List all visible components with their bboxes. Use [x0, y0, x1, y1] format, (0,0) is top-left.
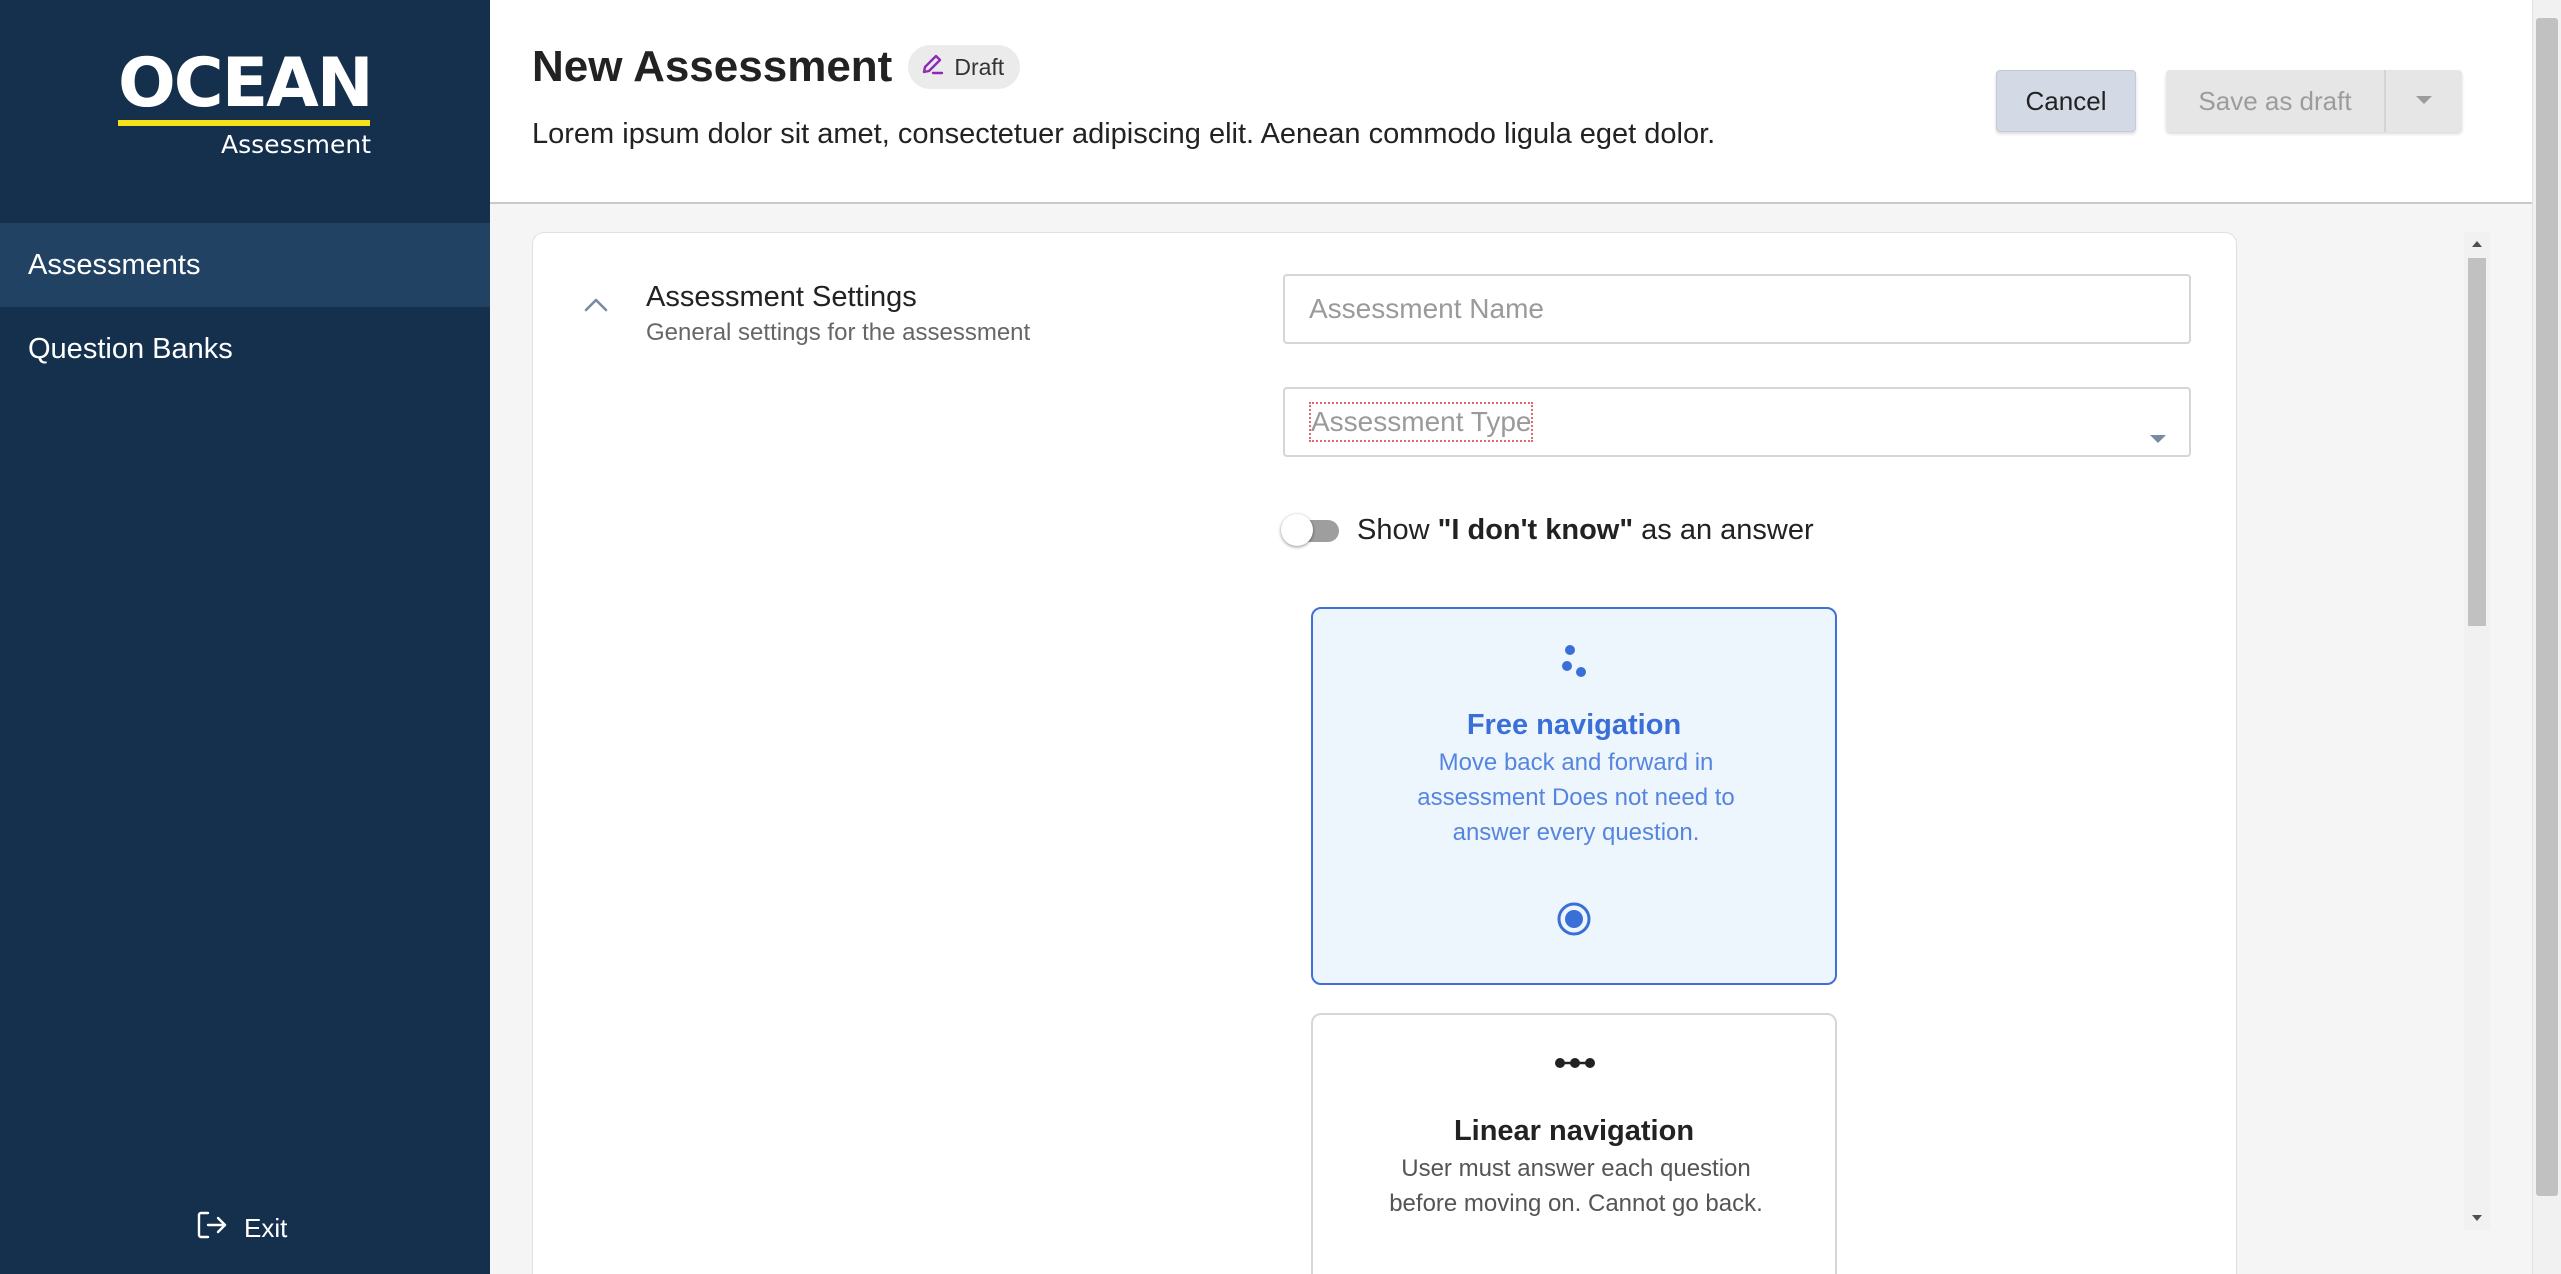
chevron-up-icon	[583, 298, 609, 317]
pencil-icon	[920, 51, 946, 83]
cancel-button[interactable]: Cancel	[1996, 70, 2136, 132]
page-header: New Assessment Draft Lorem ipsum dolor s…	[490, 0, 2532, 204]
ocean-logo: OCEAN Assessment	[118, 44, 374, 159]
status-badge: Draft	[908, 45, 1021, 89]
radio-selected-icon[interactable]	[1556, 901, 1592, 937]
section-subtitle: General settings for the assessment	[646, 319, 1031, 346]
save-options-dropdown[interactable]	[2386, 70, 2462, 132]
option-description: User must answer each question before mo…	[1389, 1155, 1763, 1217]
sidebar-item-assessments[interactable]: Assessments	[0, 223, 490, 307]
linear-navigation-option[interactable]: Linear navigation User must answer each …	[1311, 1013, 1837, 1274]
idk-toggle-row: Show "I don't know" as an answer	[1281, 512, 1814, 548]
assessment-settings-card: Assessment Settings General settings for…	[532, 232, 2237, 1274]
assessment-type-placeholder: Assessment Type	[1309, 402, 1534, 442]
chevron-down-icon	[2149, 419, 2167, 451]
status-badge-label: Draft	[954, 53, 1005, 80]
free-navigation-option[interactable]: Free navigation Move back and forward in…	[1311, 607, 1837, 985]
sidebar: OCEAN Assessment Assessments Question Ba…	[0, 0, 490, 1274]
option-description: Move back and forward in assessment Does…	[1417, 749, 1735, 846]
assessment-name-input[interactable]: Assessment Name	[1283, 274, 2191, 344]
section-title: Assessment Settings	[646, 281, 917, 313]
content-scrollbar-thumb[interactable]	[2468, 258, 2486, 626]
exit-label: Exit	[244, 1213, 288, 1243]
exit-button[interactable]: Exit	[196, 1210, 287, 1247]
linked-dots-icon	[1550, 1043, 1600, 1083]
idk-toggle[interactable]	[1281, 512, 1341, 548]
caret-down-icon	[2415, 92, 2433, 110]
sidebar-item-label: Assessments	[28, 248, 201, 281]
assessment-name-placeholder: Assessment Name	[1309, 293, 1544, 324]
sidebar-nav: Assessments Question Banks	[0, 223, 490, 391]
option-title: Free navigation	[1466, 709, 1682, 741]
collapse-section-button[interactable]	[583, 297, 609, 318]
page-description: Lorem ipsum dolor sit amet, consectetuer…	[532, 118, 1716, 150]
page-title: New Assessment	[532, 42, 893, 91]
option-title: Linear navigation	[1453, 1115, 1695, 1147]
idk-toggle-label: Show "I don't know" as an answer	[1357, 513, 1814, 546]
logo-word: OCEAN	[118, 44, 374, 123]
logo-subtitle: Assessment	[221, 130, 371, 159]
sidebar-item-label: Question Banks	[28, 332, 233, 365]
logout-icon	[196, 1210, 228, 1247]
save-as-draft-button[interactable]: Save as draft	[2166, 70, 2386, 132]
assessment-type-select[interactable]: Assessment Type	[1283, 387, 2191, 457]
scatter-dots-icon	[1550, 641, 1600, 681]
page-scrollbar-thumb[interactable]	[2536, 18, 2558, 1196]
sidebar-item-question-banks[interactable]: Question Banks	[0, 307, 490, 391]
save-split-button: Save as draft	[2166, 70, 2462, 132]
